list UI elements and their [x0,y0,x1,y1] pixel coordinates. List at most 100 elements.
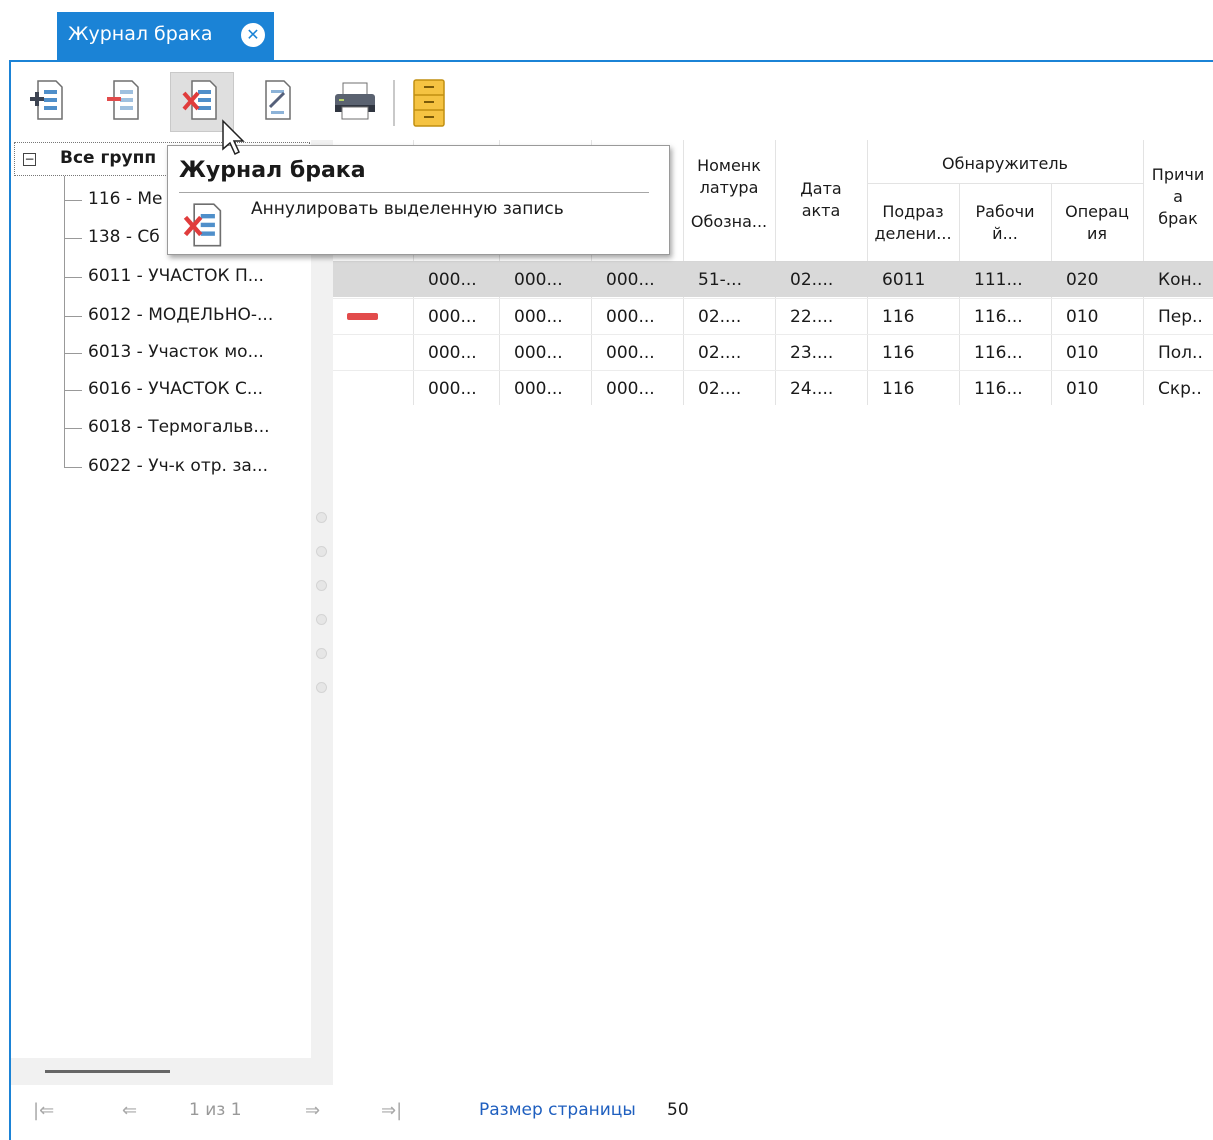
table-cell: 000... [428,270,477,290]
header-text: Номенк [697,156,761,175]
print-button[interactable] [324,73,380,129]
header-group-divider [867,183,1143,184]
tree-root-label[interactable]: Все групп [60,148,156,168]
table-cell: 000... [606,270,655,290]
tree-splitter[interactable] [311,140,333,1085]
table-cell: 000... [428,379,477,399]
tree-item-6022[interactable]: 6022 - Уч-к отр. за... [88,456,268,476]
table-cell: 24.... [790,379,834,399]
table-cell: 000... [514,270,563,290]
table-cell: 000... [428,343,477,363]
tab-title: Журнал брака [68,23,213,45]
archive-cabinet-button[interactable] [401,73,457,129]
header-text: латура [699,178,759,197]
tooltip-title: Журнал брака [179,158,366,183]
table-cell: 6011 [882,270,926,290]
table-row[interactable]: 000... 000... 000... 02.... 23.... 116 116... 0… [333,334,1213,370]
table-cell: Пер.. [1158,307,1203,327]
first-page-icon[interactable]: |⇐ [33,1100,54,1121]
tree-item-6013[interactable]: 6013 - Участок мо... [88,342,264,362]
table-cell: Кон.. [1158,270,1203,290]
table-cell: 010 [1066,379,1099,399]
header-text: а [1173,187,1183,206]
table-cell: 010 [1066,307,1099,327]
column-header-worker[interactable]: Рабочи й... [959,201,1051,245]
remove-record-button[interactable] [97,73,153,129]
table-cell: 000... [606,379,655,399]
header-text: ия [1086,224,1108,243]
table-cell: 23.... [790,343,834,363]
edit-record-icon [265,80,291,120]
tooltip-description: Аннулировать выделенную запись [251,199,564,219]
splitter-grip-dot [316,614,327,625]
splitter-grip-dot [316,546,327,557]
tree-item-116[interactable]: 116 - Ме [88,189,163,209]
table-cell: 116 [882,379,915,399]
edit-record-button[interactable] [249,73,305,129]
table-cell: 111... [974,270,1023,290]
column-header-act-date[interactable]: Дата акта [775,178,867,222]
splitter-grip-dot [316,580,327,591]
defect-marker-icon [347,313,378,320]
table-cell: Пол.. [1158,343,1203,363]
page-size-value[interactable]: 50 [667,1100,689,1120]
table-cell: 22.... [790,307,834,327]
column-header-department[interactable]: Подраз делени... [867,201,959,245]
page-size-label[interactable]: Размер страницы [479,1100,636,1120]
column-header-operation[interactable]: Операц ия [1051,201,1143,245]
tree-horizontal-scrollbar-thumb[interactable] [45,1070,170,1073]
remove-record-icon [107,80,139,120]
header-text: Рабочи [975,202,1035,221]
add-record-button[interactable] [21,73,77,129]
table-cell: 000... [514,307,563,327]
next-page-icon[interactable]: ⇒ [305,1100,320,1121]
header-text: Дата [800,179,842,198]
prev-page-icon[interactable]: ⇐ [122,1100,137,1121]
tree-item-6016[interactable]: 6016 - УЧАСТОК С... [88,379,263,399]
tree-item-6011[interactable]: 6011 - УЧАСТОК П... [88,266,264,286]
table-cell: 000... [606,307,655,327]
table-cell: 020 [1066,270,1099,290]
toolbar-separator [393,80,395,126]
tree-item-6018[interactable]: 6018 - Термогальв... [88,417,270,437]
header-text: Операц [1065,202,1129,221]
splitter-grip-dot [316,682,327,693]
table-cell: 02.... [698,343,742,363]
tooltip-divider [179,192,649,193]
header-text: Обозна... [690,212,768,231]
header-text: делени... [874,224,952,243]
table-cell: 116... [974,343,1023,363]
table-cell: 02.... [698,379,742,399]
splitter-grip-dot [316,648,327,659]
tree-connector [64,316,82,317]
table-cell: 010 [1066,343,1099,363]
annul-record-icon [178,202,230,255]
column-header-nomenclature[interactable]: Номенк латура Обозна... [683,155,775,233]
tree-connector [64,277,82,278]
table-row[interactable]: 000... 000... 000... 51-... 02.... 6011 111...… [333,262,1213,298]
tree-connector [64,238,82,239]
splitter-grip-dot [316,512,327,523]
table-cell: 116 [882,307,915,327]
tab-close-icon[interactable]: ✕ [241,23,265,47]
mouse-cursor-icon [221,119,247,164]
tree-connector [64,390,82,391]
table-row[interactable]: 000... 000... 000... 02.... 24.... 116 116... 0… [333,370,1213,406]
header-text: Подраз [882,202,944,221]
table-cell: 000... [428,307,477,327]
tree-collapse-icon[interactable]: − [23,153,36,166]
column-header-reason[interactable]: Причи а брак [1143,164,1213,230]
tree-item-138[interactable]: 138 - Сб [88,227,160,247]
archive-cabinet-icon [413,79,445,127]
add-record-icon [30,80,63,120]
table-cell: 000... [514,343,563,363]
tree-item-6012[interactable]: 6012 - МОДЕЛЬНО-... [88,305,273,325]
last-page-icon[interactable]: ⇒| [381,1100,402,1121]
table-cell: 02.... [790,270,834,290]
table-cell: 116... [974,379,1023,399]
page-indicator: 1 из 1 [189,1100,242,1120]
annul-record-icon [182,80,217,120]
table-cell: 116... [974,307,1023,327]
table-row[interactable]: 000... 000... 000... 02.... 22.... 116 116... 0… [333,298,1213,334]
column-group-detector: Обнаружитель [942,154,1068,173]
